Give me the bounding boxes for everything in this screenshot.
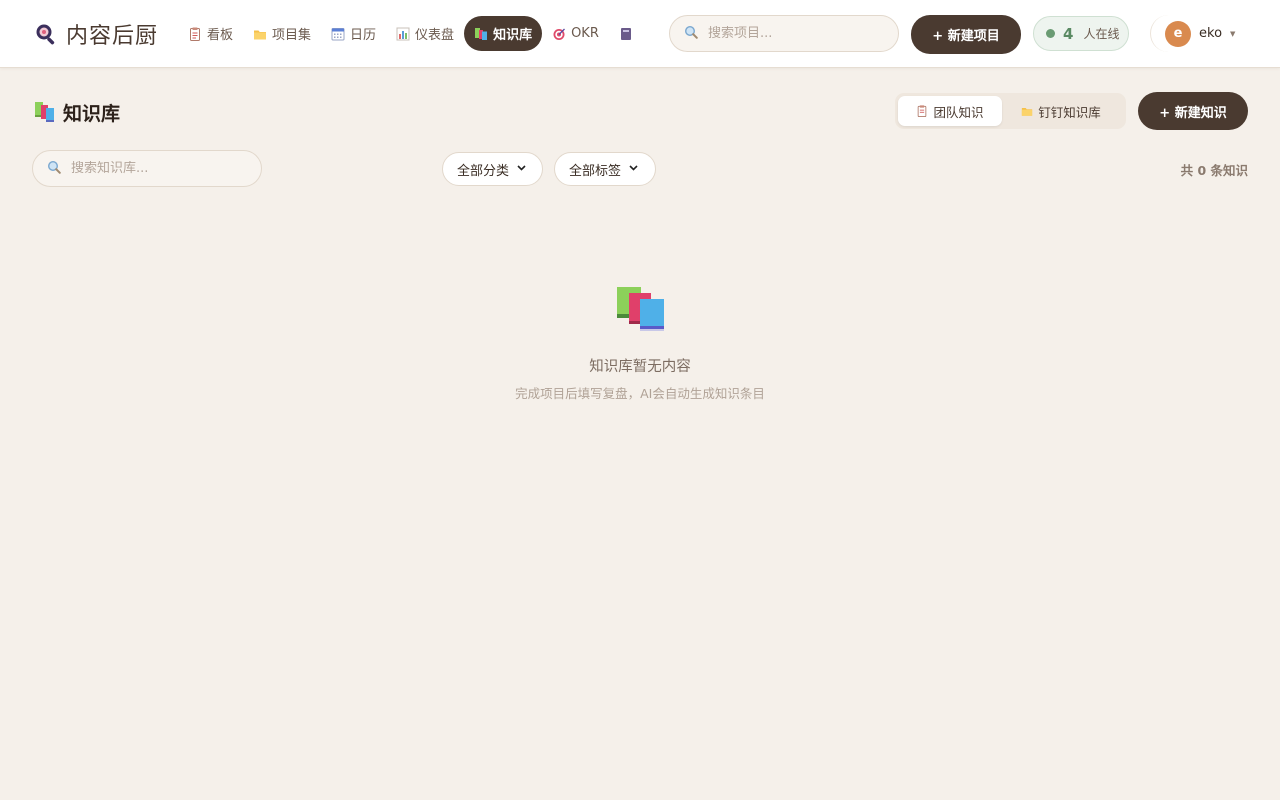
chevron-down-icon: ▼ <box>1230 29 1236 38</box>
user-name: eko <box>1199 26 1223 41</box>
app-name: 内容后厨 <box>66 24 159 49</box>
nav-label: OKR <box>571 26 599 41</box>
nav-item-knowledge[interactable]: 知识库 <box>464 16 543 51</box>
avatar: e <box>1165 20 1191 47</box>
online-count: 4 <box>1063 24 1074 43</box>
nav-item-okr[interactable]: OKR <box>542 16 609 51</box>
knowledge-search-input[interactable] <box>71 161 251 176</box>
nav-item-calendar[interactable]: 日历 <box>321 16 386 51</box>
books-icon <box>474 27 488 41</box>
nav-item-kanban[interactable]: 看板 <box>178 16 243 51</box>
nav-label: 看板 <box>207 28 234 43</box>
knowledge-search[interactable] <box>32 150 262 187</box>
tag-select-value: 全部标签 <box>569 163 622 179</box>
ledger-icon <box>619 27 633 41</box>
new-knowledge-button[interactable]: + 新建知识 <box>1138 92 1248 130</box>
app-logo[interactable]: 内容后厨 <box>34 18 158 50</box>
clipboard-icon <box>916 105 928 117</box>
chevron-down-icon <box>629 164 638 174</box>
folder-icon <box>1021 105 1033 117</box>
tab-dingtalk-knowledge[interactable]: 钉钉知识库 <box>1002 96 1120 126</box>
page-title-text: 知识库 <box>63 102 121 125</box>
books-icon <box>34 101 56 123</box>
chevron-down-icon <box>517 164 526 174</box>
user-menu[interactable]: e eko ▼ <box>1150 15 1250 52</box>
project-search-input[interactable] <box>708 26 888 41</box>
nav-item-projects[interactable]: 项目集 <box>243 16 321 51</box>
magnifier-logo-icon <box>34 22 58 46</box>
main-nav: 看板 项目集 日历 仪表盘 知识库 OKR <box>178 16 668 51</box>
online-users-badge[interactable]: 4 人在线 <box>1033 16 1129 51</box>
new-project-button[interactable]: + 新建项目 <box>911 15 1021 54</box>
page-title: 知识库 <box>34 98 120 126</box>
online-status-dot <box>1046 29 1055 38</box>
knowledge-source-switch: 团队知识 钉钉知识库 <box>895 93 1126 129</box>
nav-label: 日历 <box>350 28 377 43</box>
clipboard-icon <box>188 27 202 41</box>
target-icon <box>552 27 566 41</box>
empty-state-subtitle: 完成项目后填写复盘，AI会自动生成知识条目 <box>515 386 765 401</box>
tab-team-knowledge[interactable]: 团队知识 <box>898 96 1002 126</box>
online-label: 人在线 <box>1083 27 1120 41</box>
top-bar: 内容后厨 看板 项目集 日历 仪表盘 知识库 OKR 搜索项目... + 新建项… <box>0 0 1280 68</box>
nav-item-more[interactable] <box>609 16 648 51</box>
nav-label: 项目集 <box>272 28 312 43</box>
knowledge-count: 共 0 条知识 <box>1180 163 1248 178</box>
nav-label: 仪表盘 <box>415 28 455 43</box>
nav-label: 知识库 <box>493 28 533 43</box>
bar-chart-icon <box>396 27 410 41</box>
folder-icon <box>253 27 267 41</box>
category-select[interactable]: 全部分类 <box>442 152 543 186</box>
books-icon <box>616 286 666 332</box>
calendar-icon <box>331 27 345 41</box>
empty-state-title: 知识库暂无内容 <box>589 359 691 375</box>
search-icon <box>684 24 698 43</box>
project-search[interactable] <box>669 15 899 52</box>
nav-item-dashboard[interactable]: 仪表盘 <box>386 16 464 51</box>
tab-label: 钉钉知识库 <box>1038 104 1101 120</box>
category-select-value: 全部分类 <box>457 163 510 179</box>
tag-select[interactable]: 全部标签 <box>554 152 656 186</box>
tab-label: 团队知识 <box>933 104 984 120</box>
search-icon <box>47 159 61 178</box>
